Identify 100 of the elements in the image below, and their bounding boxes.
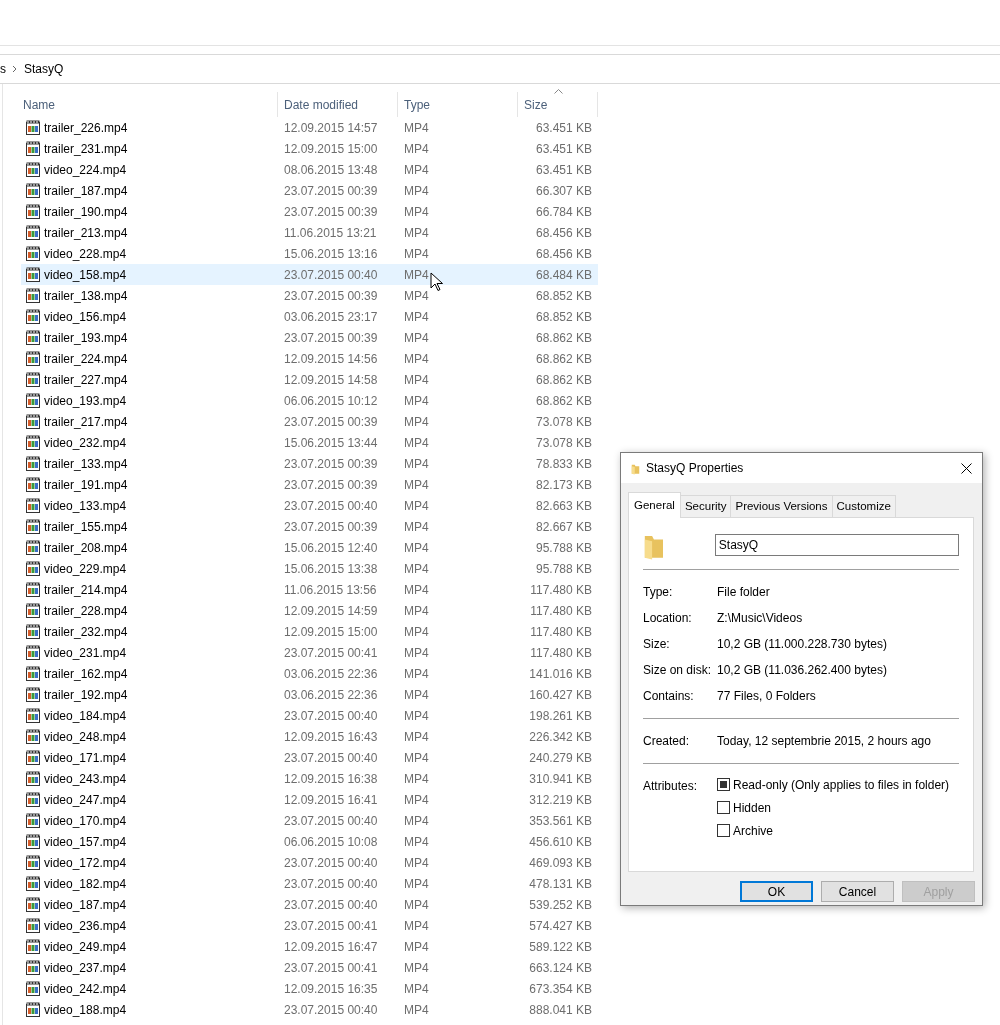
file-name[interactable]: video_171.mp4: [44, 748, 127, 767]
file-name[interactable]: trailer_155.mp4: [44, 517, 128, 536]
file-row[interactable]: video_242.mp4 12.09.2015 16:35 MP4 673.354 KB: [21, 978, 598, 999]
file-row[interactable]: trailer_232.mp4 12.09.2015 15:00 MP4 117.480 KB: [21, 621, 598, 642]
file-name[interactable]: trailer_191.mp4: [44, 475, 128, 494]
file-name[interactable]: trailer_138.mp4: [44, 286, 128, 305]
file-name[interactable]: trailer_213.mp4: [44, 223, 128, 242]
column-header[interactable]: Date modified: [278, 92, 398, 117]
file-name[interactable]: video_237.mp4: [44, 958, 127, 977]
breadcrumb-item[interactable]: StasyQ: [24, 60, 64, 78]
file-row[interactable]: trailer_214.mp4 11.06.2015 13:56 MP4 117.480 KB: [21, 579, 598, 600]
file-name[interactable]: video_232.mp4: [44, 433, 127, 452]
file-name[interactable]: trailer_192.mp4: [44, 685, 128, 704]
file-row[interactable]: video_170.mp4 23.07.2015 00:40 MP4 353.561 KB: [21, 810, 598, 831]
file-name[interactable]: video_187.mp4: [44, 895, 127, 914]
close-icon[interactable]: [961, 462, 972, 474]
file-row[interactable]: video_187.mp4 23.07.2015 00:40 MP4 539.252 KB: [21, 894, 598, 915]
column-header[interactable]: Type: [398, 92, 518, 117]
tab[interactable]: General: [628, 492, 681, 519]
file-name[interactable]: trailer_190.mp4: [44, 202, 128, 221]
file-row[interactable]: video_232.mp4 15.06.2015 13:44 MP4 73.078 KB: [21, 432, 598, 453]
checkbox-label[interactable]: Hidden: [733, 798, 772, 817]
file-row[interactable]: trailer_187.mp4 23.07.2015 00:39 MP4 66.307 KB: [21, 180, 598, 201]
file-name[interactable]: trailer_231.mp4: [44, 139, 128, 158]
file-row[interactable]: video_236.mp4 23.07.2015 00:41 MP4 574.427 KB: [21, 915, 598, 936]
file-row[interactable]: video_133.mp4 23.07.2015 00:40 MP4 82.663 KB: [21, 495, 598, 516]
file-name[interactable]: video_242.mp4: [44, 979, 127, 998]
file-row[interactable]: trailer_138.mp4 23.07.2015 00:39 MP4 68.852 KB: [21, 285, 598, 306]
file-row[interactable]: trailer_228.mp4 12.09.2015 14:59 MP4 117.480 KB: [21, 600, 598, 621]
file-name[interactable]: video_248.mp4: [44, 727, 127, 746]
file-name[interactable]: video_229.mp4: [44, 559, 127, 578]
file-row[interactable]: video_224.mp4 08.06.2015 13:48 MP4 63.451 KB: [21, 159, 598, 180]
file-name[interactable]: video_224.mp4: [44, 160, 127, 179]
file-name[interactable]: video_156.mp4: [44, 307, 127, 326]
file-name[interactable]: video_172.mp4: [44, 853, 127, 872]
file-row[interactable]: trailer_226.mp4 12.09.2015 14:57 MP4 63.451 KB: [21, 117, 598, 138]
file-name[interactable]: video_188.mp4: [44, 1000, 127, 1019]
file-row[interactable]: trailer_162.mp4 03.06.2015 22:36 MP4 141.016 KB: [21, 663, 598, 684]
file-name[interactable]: video_236.mp4: [44, 916, 127, 935]
file-name[interactable]: video_243.mp4: [44, 769, 127, 788]
file-row[interactable]: trailer_227.mp4 12.09.2015 14:58 MP4 68.862 KB: [21, 369, 598, 390]
breadcrumb-item[interactable]: s: [0, 60, 6, 78]
file-name[interactable]: trailer_162.mp4: [44, 664, 128, 683]
file-row[interactable]: trailer_190.mp4 23.07.2015 00:39 MP4 66.784 KB: [21, 201, 598, 222]
file-name[interactable]: video_231.mp4: [44, 643, 127, 662]
column-header[interactable]: Name: [3, 92, 278, 117]
checkbox[interactable]: [717, 824, 730, 838]
file-name[interactable]: trailer_228.mp4: [44, 601, 128, 620]
file-name[interactable]: video_228.mp4: [44, 244, 127, 263]
file-row[interactable]: video_243.mp4 12.09.2015 16:38 MP4 310.941 KB: [21, 768, 598, 789]
file-name[interactable]: trailer_232.mp4: [44, 622, 128, 641]
file-name[interactable]: video_193.mp4: [44, 391, 127, 410]
folder-name-field[interactable]: StasyQ: [714, 534, 959, 557]
file-row[interactable]: video_172.mp4 23.07.2015 00:40 MP4 469.093 KB: [21, 852, 598, 873]
file-row[interactable]: video_231.mp4 23.07.2015 00:41 MP4 117.480 KB: [21, 642, 598, 663]
tab[interactable]: Customize: [831, 495, 896, 518]
file-row[interactable]: video_158.mp4 23.07.2015 00:40 MP4 68.484 KB: [21, 264, 598, 285]
file-row[interactable]: video_188.mp4 23.07.2015 00:40 MP4 888.041 KB: [21, 999, 598, 1020]
file-row[interactable]: video_237.mp4 23.07.2015 00:41 MP4 663.124 KB: [21, 957, 598, 978]
file-name[interactable]: trailer_133.mp4: [44, 454, 128, 473]
file-name[interactable]: video_170.mp4: [44, 811, 127, 830]
file-name[interactable]: video_247.mp4: [44, 790, 127, 809]
chevron-icon[interactable]: [12, 65, 18, 73]
file-name[interactable]: video_157.mp4: [44, 832, 127, 851]
file-row[interactable]: trailer_133.mp4 23.07.2015 00:39 MP4 78.833 KB: [21, 453, 598, 474]
file-name[interactable]: video_184.mp4: [44, 706, 127, 725]
file-name[interactable]: trailer_227.mp4: [44, 370, 128, 389]
file-name[interactable]: trailer_217.mp4: [44, 412, 128, 431]
file-row[interactable]: trailer_217.mp4 23.07.2015 00:39 MP4 73.078 KB: [21, 411, 598, 432]
file-row[interactable]: trailer_193.mp4 23.07.2015 00:39 MP4 68.862 KB: [21, 327, 598, 348]
file-name[interactable]: trailer_193.mp4: [44, 328, 128, 347]
file-name[interactable]: video_158.mp4: [44, 265, 127, 284]
file-row[interactable]: video_157.mp4 06.06.2015 10:08 MP4 456.610 KB: [21, 831, 598, 852]
file-row[interactable]: video_249.mp4 12.09.2015 16:47 MP4 589.122 KB: [21, 936, 598, 957]
file-name[interactable]: trailer_187.mp4: [44, 181, 128, 200]
column-header[interactable]: Size: [518, 92, 598, 117]
checkbox-label[interactable]: Archive: [733, 821, 773, 840]
file-row[interactable]: trailer_224.mp4 12.09.2015 14:56 MP4 68.862 KB: [21, 348, 598, 369]
file-row[interactable]: trailer_231.mp4 12.09.2015 15:00 MP4 63.451 KB: [21, 138, 598, 159]
checkbox-label[interactable]: Read-only (Only applies to files in folder): [733, 775, 950, 794]
file-name[interactable]: trailer_214.mp4: [44, 580, 128, 599]
file-row[interactable]: video_248.mp4 12.09.2015 16:43 MP4 226.342 KB: [21, 726, 598, 747]
file-name[interactable]: trailer_224.mp4: [44, 349, 128, 368]
file-row[interactable]: trailer_208.mp4 15.06.2015 12:40 MP4 95.788 KB: [21, 537, 598, 558]
dialog-button[interactable]: Cancel: [821, 881, 894, 903]
file-row[interactable]: video_171.mp4 23.07.2015 00:40 MP4 240.279 KB: [21, 747, 598, 768]
file-name[interactable]: trailer_226.mp4: [44, 118, 128, 137]
file-row[interactable]: video_229.mp4 15.06.2015 13:38 MP4 95.788 KB: [21, 558, 598, 579]
file-name[interactable]: video_249.mp4: [44, 937, 127, 956]
file-row[interactable]: trailer_213.mp4 11.06.2015 13:21 MP4 68.456 KB: [21, 222, 598, 243]
file-row[interactable]: trailer_192.mp4 03.06.2015 22:36 MP4 160.427 KB: [21, 684, 598, 705]
dialog-button[interactable]: OK: [740, 881, 813, 903]
file-row[interactable]: video_193.mp4 06.06.2015 10:12 MP4 68.862 KB: [21, 390, 598, 411]
file-row[interactable]: video_156.mp4 03.06.2015 23:17 MP4 68.852 KB: [21, 306, 598, 327]
file-name[interactable]: video_182.mp4: [44, 874, 127, 893]
file-name[interactable]: video_133.mp4: [44, 496, 127, 515]
file-row[interactable]: video_228.mp4 15.06.2015 13:16 MP4 68.456 KB: [21, 243, 598, 264]
file-row[interactable]: trailer_191.mp4 23.07.2015 00:39 MP4 82.173 KB: [21, 474, 598, 495]
file-row[interactable]: video_247.mp4 12.09.2015 16:41 MP4 312.219 KB: [21, 789, 598, 810]
file-row[interactable]: trailer_155.mp4 23.07.2015 00:39 MP4 82.667 KB: [21, 516, 598, 537]
